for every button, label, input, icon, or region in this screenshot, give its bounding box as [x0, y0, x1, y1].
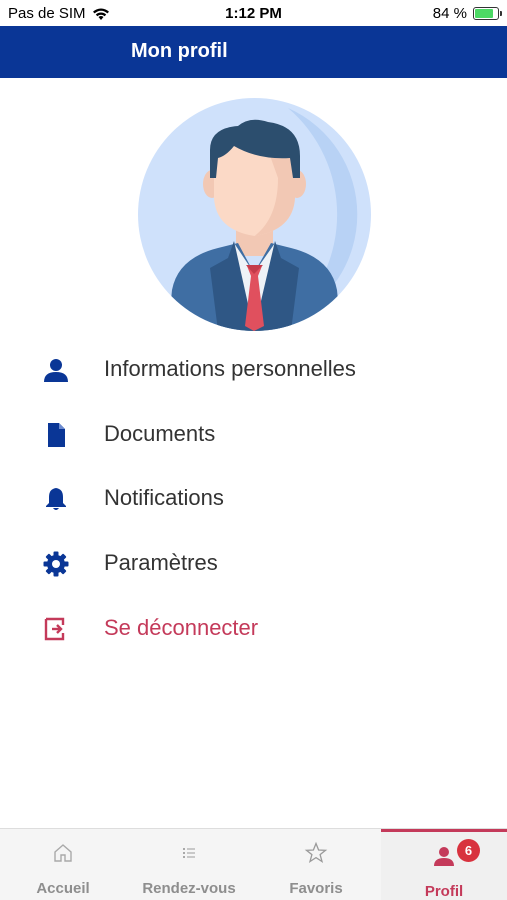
menu-item-documents[interactable]: Documents: [0, 409, 507, 459]
nav-label: Favoris: [289, 880, 343, 897]
status-time: 1:12 PM: [225, 5, 282, 22]
menu-label: Notifications: [104, 485, 224, 510]
nav-item-favoris[interactable]: Favoris: [253, 829, 379, 900]
gear-icon: [43, 551, 69, 577]
menu-label: Documents: [104, 421, 216, 446]
nav-item-profil[interactable]: 6 Profil: [381, 829, 507, 900]
bottom-nav: Accueil Rendez-vous Favoris 6 Profil: [0, 828, 507, 900]
nav-label: Accueil: [36, 880, 90, 897]
menu-item-settings[interactable]: Paramètres: [0, 538, 507, 588]
nav-label: Profil: [424, 883, 464, 900]
home-icon: [54, 844, 72, 862]
nav-label: Rendez-vous: [142, 880, 236, 897]
menu-label: Informations personnelles: [104, 356, 356, 381]
star-icon: [304, 841, 328, 863]
logout-icon: [44, 617, 65, 641]
user-icon: [434, 847, 454, 866]
page-title: Mon profil: [131, 40, 228, 62]
user-icon: [44, 359, 68, 382]
battery-level-fill: [475, 9, 494, 18]
menu-label: Se déconnecter: [104, 615, 259, 640]
nav-item-accueil[interactable]: Accueil: [0, 829, 126, 900]
menu-item-personal-info[interactable]: Informations personnelles: [0, 344, 507, 394]
menu-item-logout[interactable]: Se déconnecter: [0, 603, 507, 653]
businessman-avatar-icon: [138, 98, 371, 331]
menu-item-notifications[interactable]: Notifications: [0, 473, 507, 523]
notification-badge: 6: [457, 839, 480, 862]
status-right: 84 %: [432, 5, 502, 22]
app-bar: Mon profil: [0, 26, 507, 78]
bell-icon: [46, 488, 66, 510]
menu-label: Paramètres: [104, 550, 218, 575]
status-bar: Pas de SIM 1:12 PM 84 %: [0, 0, 507, 26]
battery-icon: [473, 7, 502, 20]
battery-percentage: 84 %: [432, 5, 467, 22]
list-icon: [183, 848, 195, 858]
document-icon: [48, 423, 65, 447]
nav-item-rendez-vous[interactable]: Rendez-vous: [126, 829, 252, 900]
